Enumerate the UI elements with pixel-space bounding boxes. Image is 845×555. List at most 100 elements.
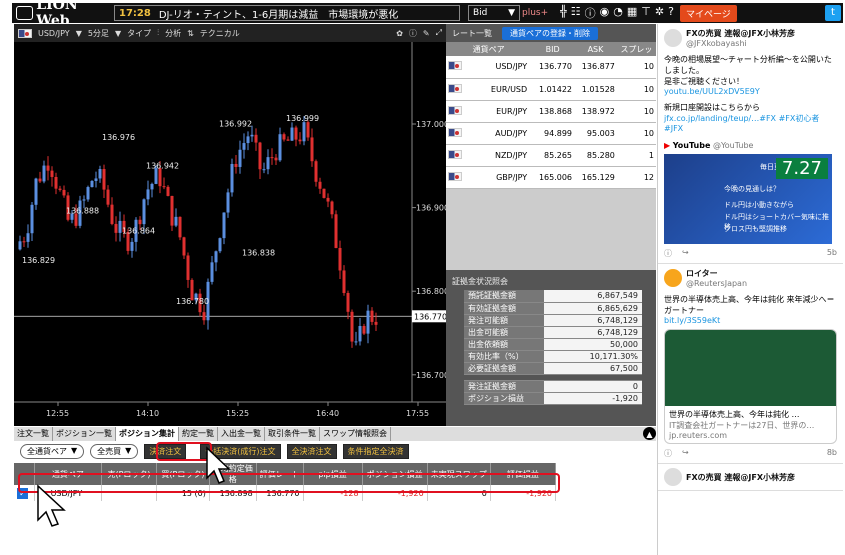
rate-row[interactable]: USD/JPY 136.770 136.877 10 [446,56,656,79]
news-ticker[interactable]: 17:28 DJ-リオ・ティント、1-6月期は減益 市場環境が悪化 [114,5,460,21]
tweet-link[interactable]: jfx.co.jp/landing/teup/…#FX #FX初心者 #JFX [664,113,837,133]
rate-bid[interactable]: 94.899 [531,122,575,145]
chart-pair[interactable]: USD/JPY [38,29,70,38]
time-tick-label: 14:10 [136,409,159,418]
tab-orders[interactable]: 注文一覧 [14,427,53,441]
link-card[interactable]: 世界の半導体売上高、今年は鈍化 … IT調査会社ガートナーは27日、世界の… jp.… [664,329,837,444]
analysis-button[interactable]: 分析 [165,28,181,39]
video-thumbnail[interactable]: 毎日更新 7.27 今晩の見通しは？ ドル円は小動きながら ドル円はショートカバ… [664,154,832,244]
price-annotation: 136.992 [219,120,252,129]
reply-icon[interactable]: ⓘ [664,448,672,459]
candle-body [266,157,270,170]
timeframe-select[interactable]: 5分足 [88,28,109,39]
rate-row[interactable]: NZD/JPY 85.265 85.280 1 [446,144,656,167]
candle-body [346,292,350,312]
rate-bid[interactable]: 138.868 [531,100,575,123]
price-annotation: 136.838 [242,248,275,257]
gear-icon[interactable]: ✲ [655,5,664,21]
tab-executions[interactable]: 約定一覧 [179,427,218,441]
candle-body [290,127,294,141]
rate-ask[interactable]: 1.01528 [574,78,617,101]
candle-body [42,165,46,182]
rate-ask[interactable]: 165.129 [574,166,617,189]
list-icon[interactable]: ☷ [571,5,581,21]
help-icon[interactable]: ? [668,5,674,21]
account-value: 6,748,129 [544,314,642,327]
layout-icon[interactable]: ╬ [560,5,567,21]
tab-positions[interactable]: ポジション一覧 [53,427,116,441]
pencil-icon[interactable]: ✎ [423,29,430,38]
rate-bid[interactable]: 1.01422 [531,78,575,101]
avatar [664,29,682,47]
news-icon[interactable]: ◉ [600,5,610,21]
rate-ask[interactable]: 136.877 [574,56,617,79]
rate-ask[interactable]: 85.280 [574,144,617,167]
analysis-icon[interactable]: ⇅ [187,29,194,38]
rate-pair: USD/JPY [482,56,532,79]
tweet-link[interactable]: youtu.be/UUL2xDV5E9Y [664,87,760,96]
account-row: 有効証拠金額 6,865,629 [464,302,642,315]
rate-row[interactable]: EUR/USD 1.01422 1.01528 10 [446,78,656,101]
tweet[interactable]: FXの売買 連報@JFX小林芳彦 @JFXkobayashi 今晩の相場展望〜チャ… [658,24,843,264]
expand-icon[interactable]: ⤢ [436,28,442,38]
tab-position-summary[interactable]: ポジション集計 [116,427,179,441]
palette-icon[interactable]: ✿ [396,29,403,38]
side-filter-select[interactable]: 全売買 ▼ [90,443,139,459]
candle-body [294,127,298,140]
account-value: 0 [544,380,642,393]
rate-spread: 10 [616,122,656,145]
candle-body [250,134,254,137]
info-icon[interactable]: ⓘ [409,28,417,39]
share-icon[interactable]: ↪ [682,448,689,459]
currency-flag-icon [448,83,462,93]
rate-bid[interactable]: 136.770 [531,56,575,79]
account-label: 有効比率（%） [464,350,544,363]
tab-conditions[interactable]: 取引条件一覧 [265,427,320,441]
candle-body [146,189,150,200]
account-label: 預託証拠金額 [464,290,544,303]
dropdown-arrow-icon[interactable]: ▼ [115,29,121,38]
rate-row[interactable]: EUR/JPY 138.868 138.972 10 [446,100,656,123]
calendar-icon[interactable]: ▦ [627,5,637,21]
price-chart[interactable]: USD/JPY ▼ 5分足 ▼ タイプ ⫶ 分析 ⇅ テクニカル ✿ ⓘ ✎ ⤢… [14,24,446,426]
reply-icon[interactable]: ⓘ [664,248,672,259]
account-row: ポジション損益 -1,920 [464,392,642,405]
tweet[interactable]: FXの売買 連報@JFX小林芳彦 [658,464,843,491]
rate-ask[interactable]: 95.003 [574,122,617,145]
tab-swap[interactable]: スワップ情報照会 [320,427,391,441]
chart-canvas[interactable]: 137.000 136.900 136.800 136.700 12:55 14:10 15… [14,42,446,426]
pair-filter-select[interactable]: 全通貨ペア ▼ [20,443,85,459]
conditional-settle-all-button[interactable]: 条件指定全決済 [342,443,409,459]
account-label: 出金依頼額 [464,338,544,351]
register-pairs-button[interactable]: 通貨ペアの登録・削除 [502,26,598,40]
collapse-up-icon[interactable]: ▲ [643,427,656,440]
candle-body [282,134,286,140]
rate-bid[interactable]: 85.265 [531,144,575,167]
share-icon[interactable]: ↪ [682,248,689,259]
chip-image [665,330,836,406]
rate-row[interactable]: GBP/JPY 165.006 165.129 12 [446,166,656,189]
candle-icon[interactable]: ⫶ [157,28,159,38]
rate-bid[interactable]: 165.006 [531,166,575,189]
tab-deposits[interactable]: 入出金一覧 [218,427,265,441]
pin-icon[interactable]: ⊤ [641,5,651,21]
candle-body [98,169,102,179]
currency-flag-icon [448,171,462,181]
avatar [664,468,682,486]
rate-list-tab[interactable]: レート一覧 [452,28,492,39]
mypage-button[interactable]: マイページ [679,4,737,22]
technical-button[interactable]: テクニカル [200,28,240,39]
settle-all-button[interactable]: 全決済注文 [286,443,337,459]
info-icon[interactable]: ⓘ [585,5,596,21]
tweet-link[interactable]: bit.ly/3S59eKt [664,316,837,325]
account-label: 必要証拠金額 [464,362,544,375]
twitter-icon[interactable]: t [825,5,841,21]
rate-row[interactable]: AUD/JPY 94.899 95.003 10 [446,122,656,145]
dropdown-arrow-icon[interactable]: ▼ [76,29,82,38]
tweet[interactable]: ロイター @ReutersJapan 世界の半導体売上高、今年は鈍化 来年減少へ＝… [658,264,843,464]
account-table: 預託証拠金額 6,867,549 有効証拠金額 6,865,629 発注可能額 6,748… [464,290,642,405]
bid-ask-select[interactable]: Bid ▼ [468,5,520,21]
rate-ask[interactable]: 138.972 [574,100,617,123]
pie-chart-icon[interactable]: ◔ [613,5,623,21]
chart-type-select[interactable]: タイプ [127,28,151,39]
